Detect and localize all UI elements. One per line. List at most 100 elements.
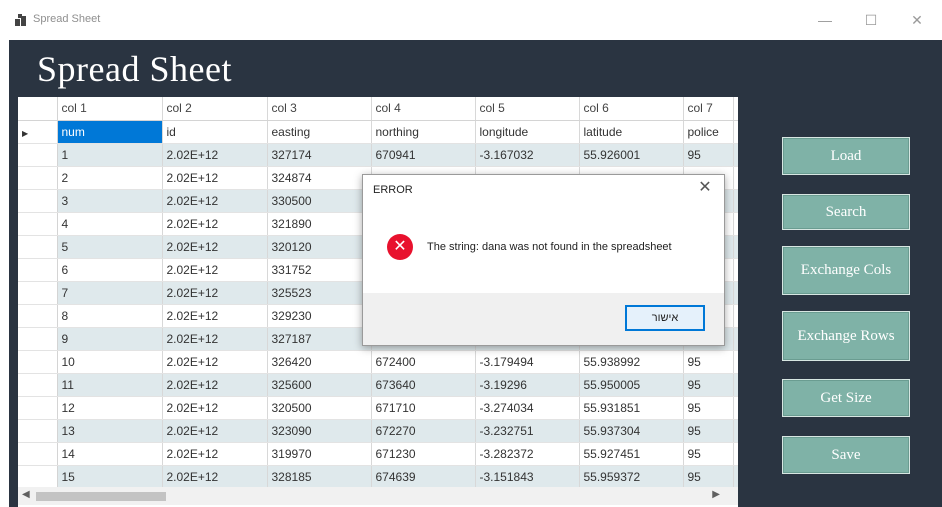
grid-cell[interactable]: -3.167032 — [475, 143, 580, 167]
row-header[interactable] — [18, 442, 58, 466]
column-header[interactable]: col 3 — [267, 97, 372, 121]
grid-cell[interactable]: 2.02E+12 — [162, 327, 268, 351]
table-row[interactable]: 12 2.02E+12 320500 671710 -3.274034 55.931851… — [18, 396, 738, 420]
grid-cell[interactable]: 10 — [57, 350, 163, 374]
grid-cell[interactable]: 326420 — [267, 350, 372, 374]
row-header[interactable] — [18, 465, 58, 489]
scroll-right-icon[interactable]: ▶ — [712, 489, 720, 500]
grid-cell[interactable]: 7 — [57, 281, 163, 305]
grid-cell[interactable]: 5 — [57, 235, 163, 259]
grid-cell[interactable]: 2.02E+12 — [162, 258, 268, 282]
grid-cell[interactable]: 324874 — [267, 166, 372, 190]
grid-cell[interactable]: 1 — [57, 143, 163, 167]
grid-cell[interactable]: 325523 — [267, 281, 372, 305]
grid-cell[interactable]: 2.02E+12 — [162, 442, 268, 466]
grid-cell[interactable]: police — [683, 120, 734, 144]
grid-cell[interactable]: 2.02E+12 — [162, 281, 268, 305]
grid-cell[interactable]: -3.179494 — [475, 350, 580, 374]
grid-cell[interactable]: 14 — [57, 442, 163, 466]
row-header[interactable] — [18, 281, 58, 305]
grid-cell[interactable]: 8 — [57, 304, 163, 328]
exchange-cols-button[interactable]: Exchange Cols — [782, 246, 910, 295]
table-row[interactable]: 15 2.02E+12 328185 674639 -3.151843 55.959372… — [18, 465, 738, 489]
search-button[interactable]: Search — [782, 194, 910, 230]
grid-cell[interactable]: 55.931851 — [579, 396, 684, 420]
grid-cell[interactable]: 2.02E+12 — [162, 143, 268, 167]
grid-cell[interactable]: 319970 — [267, 442, 372, 466]
grid-cell[interactable]: 672400 — [371, 350, 476, 374]
grid-cell[interactable]: 331752 — [267, 258, 372, 282]
grid-cell[interactable]: latitude — [579, 120, 684, 144]
load-button[interactable]: Load — [782, 137, 910, 175]
column-header[interactable]: col 2 — [162, 97, 268, 121]
grid-cell[interactable]: 95 — [683, 143, 734, 167]
grid-cell[interactable]: longitude — [475, 120, 580, 144]
get-size-button[interactable]: Get Size — [782, 379, 910, 417]
grid-cell[interactable]: 55.937304 — [579, 419, 684, 443]
grid-cell[interactable]: 671230 — [371, 442, 476, 466]
grid-cell[interactable]: -3.282372 — [475, 442, 580, 466]
grid-cell[interactable]: num — [57, 120, 163, 144]
grid-cell[interactable]: 95 — [683, 419, 734, 443]
table-row[interactable]: 1 2.02E+12 327174 670941 -3.167032 55.926001 9… — [18, 143, 738, 167]
grid-cell[interactable]: 13 — [57, 419, 163, 443]
maximize-button[interactable]: ☐ — [859, 8, 883, 32]
grid-cell[interactable]: 2.02E+12 — [162, 304, 268, 328]
grid-cell[interactable]: 55.926001 — [579, 143, 684, 167]
grid-cell[interactable]: 323090 — [267, 419, 372, 443]
ok-button[interactable]: אישור — [625, 305, 705, 331]
grid-cell[interactable]: 55.959372 — [579, 465, 684, 489]
row-header[interactable] — [18, 419, 58, 443]
grid-cell[interactable]: 3 — [57, 189, 163, 213]
grid-cell[interactable]: 2.02E+12 — [162, 350, 268, 374]
dialog-close-icon[interactable]: ✕ — [694, 177, 716, 199]
grid-cell[interactable]: 95 — [683, 442, 734, 466]
grid-cell[interactable]: 95 — [683, 465, 734, 489]
grid-cell[interactable]: 9 — [57, 327, 163, 351]
grid-cell[interactable]: 2.02E+12 — [162, 373, 268, 397]
row-header[interactable] — [18, 235, 58, 259]
table-row[interactable]: ▶ num id easting northing longitude latitude po… — [18, 120, 738, 144]
grid-cell[interactable]: -3.151843 — [475, 465, 580, 489]
grid-cell[interactable]: 671710 — [371, 396, 476, 420]
exchange-rows-button[interactable]: Exchange Rows — [782, 311, 910, 361]
grid-cell[interactable]: 2.02E+12 — [162, 166, 268, 190]
grid-cell[interactable]: northing — [371, 120, 476, 144]
grid-cell[interactable]: 2.02E+12 — [162, 189, 268, 213]
grid-cell[interactable]: 11 — [57, 373, 163, 397]
row-header[interactable] — [18, 166, 58, 190]
grid-cell[interactable]: 673640 — [371, 373, 476, 397]
grid-cell[interactable]: 2.02E+12 — [162, 465, 268, 489]
horizontal-scroll-thumb[interactable] — [36, 492, 166, 501]
save-button[interactable]: Save — [782, 436, 910, 474]
row-header[interactable] — [18, 258, 58, 282]
grid-cell[interactable]: 328185 — [267, 465, 372, 489]
grid-cell[interactable]: 670941 — [371, 143, 476, 167]
window-close-button[interactable]: ✕ — [905, 8, 929, 32]
grid-cell[interactable]: 321890 — [267, 212, 372, 236]
grid-cell[interactable]: 672270 — [371, 419, 476, 443]
grid-cell[interactable]: 674639 — [371, 465, 476, 489]
grid-cell[interactable]: 55.938992 — [579, 350, 684, 374]
row-header[interactable] — [18, 304, 58, 328]
grid-cell[interactable]: id — [162, 120, 268, 144]
grid-cell[interactable]: easting — [267, 120, 372, 144]
grid-cell[interactable]: 12 — [57, 396, 163, 420]
row-header[interactable] — [18, 212, 58, 236]
column-header[interactable]: col 6 — [579, 97, 684, 121]
column-header[interactable]: col 1 — [57, 97, 163, 121]
grid-cell[interactable]: 320120 — [267, 235, 372, 259]
grid-cell[interactable]: 320500 — [267, 396, 372, 420]
grid-cell[interactable]: 6 — [57, 258, 163, 282]
grid-cell[interactable]: 95 — [683, 350, 734, 374]
grid-cell[interactable]: 55.950005 — [579, 373, 684, 397]
column-header[interactable]: col 4 — [371, 97, 476, 121]
row-header[interactable] — [18, 327, 58, 351]
row-header[interactable] — [18, 350, 58, 374]
grid-corner-cell[interactable] — [18, 97, 58, 121]
grid-cell[interactable]: 330500 — [267, 189, 372, 213]
row-header[interactable] — [18, 189, 58, 213]
grid-cell[interactable]: 2.02E+12 — [162, 396, 268, 420]
column-header[interactable]: col 5 — [475, 97, 580, 121]
table-row[interactable]: 11 2.02E+12 325600 673640 -3.19296 55.950005 9… — [18, 373, 738, 397]
